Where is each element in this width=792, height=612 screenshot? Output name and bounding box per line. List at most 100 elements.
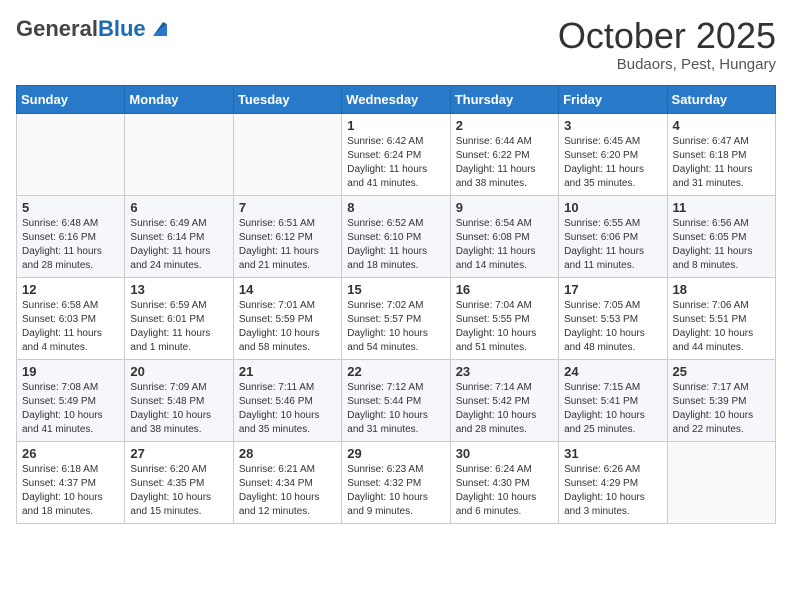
- logo-general-text: General: [16, 16, 98, 42]
- day-number: 2: [456, 118, 553, 133]
- calendar-week-3: 12 Sunrise: 6:58 AM Sunset: 6:03 PM Dayli…: [17, 277, 776, 359]
- day-number: 9: [456, 200, 553, 215]
- day-info: Sunrise: 6:52 AM Sunset: 6:10 PM Dayligh…: [347, 217, 444, 273]
- day-number: 14: [239, 282, 336, 297]
- page-header: GeneralBlue October 2025 Budaors, Pest, …: [16, 16, 776, 73]
- day-number: 4: [673, 118, 770, 133]
- calendar-cell: 20Sunrise: 7:09 AM Sunset: 5:48 PM Dayli…: [125, 359, 233, 441]
- day-number: 29: [347, 446, 444, 461]
- calendar-cell: 6 Sunrise: 6:49 AM Sunset: 6:14 PM Daylig…: [125, 195, 233, 277]
- calendar-cell: 4 Sunrise: 6:47 AM Sunset: 6:18 PM Daylig…: [667, 113, 775, 195]
- day-info: Sunrise: 6:24 AM Sunset: 4:30 PM Dayligh…: [456, 463, 553, 519]
- calendar-cell: 2 Sunrise: 6:44 AM Sunset: 6:22 PM Daylig…: [450, 113, 558, 195]
- day-info: Sunrise: 6:58 AM Sunset: 6:03 PM Dayligh…: [22, 299, 119, 355]
- day-number: 30: [456, 446, 553, 461]
- day-info: Sunrise: 6:44 AM Sunset: 6:22 PM Dayligh…: [456, 135, 553, 191]
- day-number: 3: [564, 118, 661, 133]
- day-info: Sunrise: 6:51 AM Sunset: 6:12 PM Dayligh…: [239, 217, 336, 273]
- day-info: Sunrise: 7:04 AM Sunset: 5:55 PM Dayligh…: [456, 299, 553, 355]
- calendar-cell: 7 Sunrise: 6:51 AM Sunset: 6:12 PM Daylig…: [233, 195, 341, 277]
- weekday-header-monday: Monday: [125, 85, 233, 113]
- day-number: 19: [22, 364, 119, 379]
- calendar-cell: 1 Sunrise: 6:42 AM Sunset: 6:24 PM Daylig…: [342, 113, 450, 195]
- day-number: 12: [22, 282, 119, 297]
- day-info: Sunrise: 6:23 AM Sunset: 4:32 PM Dayligh…: [347, 463, 444, 519]
- day-info: Sunrise: 7:02 AM Sunset: 5:57 PM Dayligh…: [347, 299, 444, 355]
- calendar-cell: 5Sunrise: 6:48 AM Sunset: 6:16 PM Daylig…: [17, 195, 125, 277]
- calendar-table: SundayMondayTuesdayWednesdayThursdayFrid…: [16, 85, 776, 524]
- day-number: 18: [673, 282, 770, 297]
- calendar-week-5: 26 Sunrise: 6:18 AM Sunset: 4:37 PM Dayli…: [17, 441, 776, 523]
- day-number: 15: [347, 282, 444, 297]
- day-info: Sunrise: 6:45 AM Sunset: 6:20 PM Dayligh…: [564, 135, 661, 191]
- day-info: Sunrise: 7:12 AM Sunset: 5:44 PM Dayligh…: [347, 381, 444, 437]
- calendar-cell: 27Sunrise: 6:20 AM Sunset: 4:35 PM Dayli…: [125, 441, 233, 523]
- day-number: 6: [130, 200, 227, 215]
- calendar-cell: 29 Sunrise: 6:23 AM Sunset: 4:32 PM Dayli…: [342, 441, 450, 523]
- calendar-cell: 31Sunrise: 6:26 AM Sunset: 4:29 PM Dayli…: [559, 441, 667, 523]
- location-text: Budaors, Pest, Hungary: [558, 56, 776, 73]
- day-number: 17: [564, 282, 661, 297]
- calendar-cell: 14 Sunrise: 7:01 AM Sunset: 5:59 PM Dayli…: [233, 277, 341, 359]
- day-number: 5: [22, 200, 119, 215]
- calendar-week-4: 19 Sunrise: 7:08 AM Sunset: 5:49 PM Dayli…: [17, 359, 776, 441]
- calendar-cell: [17, 113, 125, 195]
- weekday-header-row: SundayMondayTuesdayWednesdayThursdayFrid…: [17, 85, 776, 113]
- logo-icon: [149, 18, 167, 36]
- calendar-cell: 26 Sunrise: 6:18 AM Sunset: 4:37 PM Dayli…: [17, 441, 125, 523]
- day-number: 26: [22, 446, 119, 461]
- day-number: 28: [239, 446, 336, 461]
- calendar-cell: 12 Sunrise: 6:58 AM Sunset: 6:03 PM Dayli…: [17, 277, 125, 359]
- logo: GeneralBlue: [16, 16, 167, 42]
- calendar-cell: 16 Sunrise: 7:04 AM Sunset: 5:55 PM Dayli…: [450, 277, 558, 359]
- calendar-cell: 18Sunrise: 7:06 AM Sunset: 5:51 PM Dayli…: [667, 277, 775, 359]
- calendar-cell: [125, 113, 233, 195]
- calendar-cell: 15 Sunrise: 7:02 AM Sunset: 5:57 PM Dayli…: [342, 277, 450, 359]
- day-number: 1: [347, 118, 444, 133]
- calendar-cell: 9 Sunrise: 6:54 AM Sunset: 6:08 PM Daylig…: [450, 195, 558, 277]
- day-info: Sunrise: 7:09 AM Sunset: 5:48 PM Dayligh…: [130, 381, 227, 437]
- day-info: Sunrise: 6:49 AM Sunset: 6:14 PM Dayligh…: [130, 217, 227, 273]
- day-info: Sunrise: 6:59 AM Sunset: 6:01 PM Dayligh…: [130, 299, 227, 355]
- day-info: Sunrise: 6:42 AM Sunset: 6:24 PM Dayligh…: [347, 135, 444, 191]
- calendar-cell: 17Sunrise: 7:05 AM Sunset: 5:53 PM Dayli…: [559, 277, 667, 359]
- calendar-cell: 30 Sunrise: 6:24 AM Sunset: 4:30 PM Dayli…: [450, 441, 558, 523]
- calendar-cell: 21 Sunrise: 7:11 AM Sunset: 5:46 PM Dayli…: [233, 359, 341, 441]
- day-number: 8: [347, 200, 444, 215]
- calendar-cell: 3 Sunrise: 6:45 AM Sunset: 6:20 PM Daylig…: [559, 113, 667, 195]
- weekday-header-wednesday: Wednesday: [342, 85, 450, 113]
- calendar-week-2: 5Sunrise: 6:48 AM Sunset: 6:16 PM Daylig…: [17, 195, 776, 277]
- calendar-cell: 28 Sunrise: 6:21 AM Sunset: 4:34 PM Dayli…: [233, 441, 341, 523]
- weekday-header-saturday: Saturday: [667, 85, 775, 113]
- day-number: 16: [456, 282, 553, 297]
- day-number: 27: [130, 446, 227, 461]
- calendar-cell: [233, 113, 341, 195]
- day-info: Sunrise: 7:14 AM Sunset: 5:42 PM Dayligh…: [456, 381, 553, 437]
- day-number: 23: [456, 364, 553, 379]
- weekday-header-sunday: Sunday: [17, 85, 125, 113]
- calendar-cell: 22 Sunrise: 7:12 AM Sunset: 5:44 PM Dayli…: [342, 359, 450, 441]
- day-info: Sunrise: 6:54 AM Sunset: 6:08 PM Dayligh…: [456, 217, 553, 273]
- day-number: 24: [564, 364, 661, 379]
- day-info: Sunrise: 6:56 AM Sunset: 6:05 PM Dayligh…: [673, 217, 770, 273]
- day-number: 22: [347, 364, 444, 379]
- day-number: 7: [239, 200, 336, 215]
- day-info: Sunrise: 6:21 AM Sunset: 4:34 PM Dayligh…: [239, 463, 336, 519]
- day-info: Sunrise: 7:17 AM Sunset: 5:39 PM Dayligh…: [673, 381, 770, 437]
- weekday-header-tuesday: Tuesday: [233, 85, 341, 113]
- day-info: Sunrise: 6:18 AM Sunset: 4:37 PM Dayligh…: [22, 463, 119, 519]
- day-number: 25: [673, 364, 770, 379]
- logo-blue-text: Blue: [98, 16, 146, 42]
- day-info: Sunrise: 6:55 AM Sunset: 6:06 PM Dayligh…: [564, 217, 661, 273]
- calendar-cell: [667, 441, 775, 523]
- day-info: Sunrise: 6:26 AM Sunset: 4:29 PM Dayligh…: [564, 463, 661, 519]
- calendar-cell: 13Sunrise: 6:59 AM Sunset: 6:01 PM Dayli…: [125, 277, 233, 359]
- day-info: Sunrise: 7:01 AM Sunset: 5:59 PM Dayligh…: [239, 299, 336, 355]
- day-info: Sunrise: 7:11 AM Sunset: 5:46 PM Dayligh…: [239, 381, 336, 437]
- day-info: Sunrise: 7:08 AM Sunset: 5:49 PM Dayligh…: [22, 381, 119, 437]
- day-number: 11: [673, 200, 770, 215]
- day-number: 21: [239, 364, 336, 379]
- day-info: Sunrise: 6:47 AM Sunset: 6:18 PM Dayligh…: [673, 135, 770, 191]
- title-block: October 2025 Budaors, Pest, Hungary: [558, 16, 776, 73]
- calendar-cell: 8 Sunrise: 6:52 AM Sunset: 6:10 PM Daylig…: [342, 195, 450, 277]
